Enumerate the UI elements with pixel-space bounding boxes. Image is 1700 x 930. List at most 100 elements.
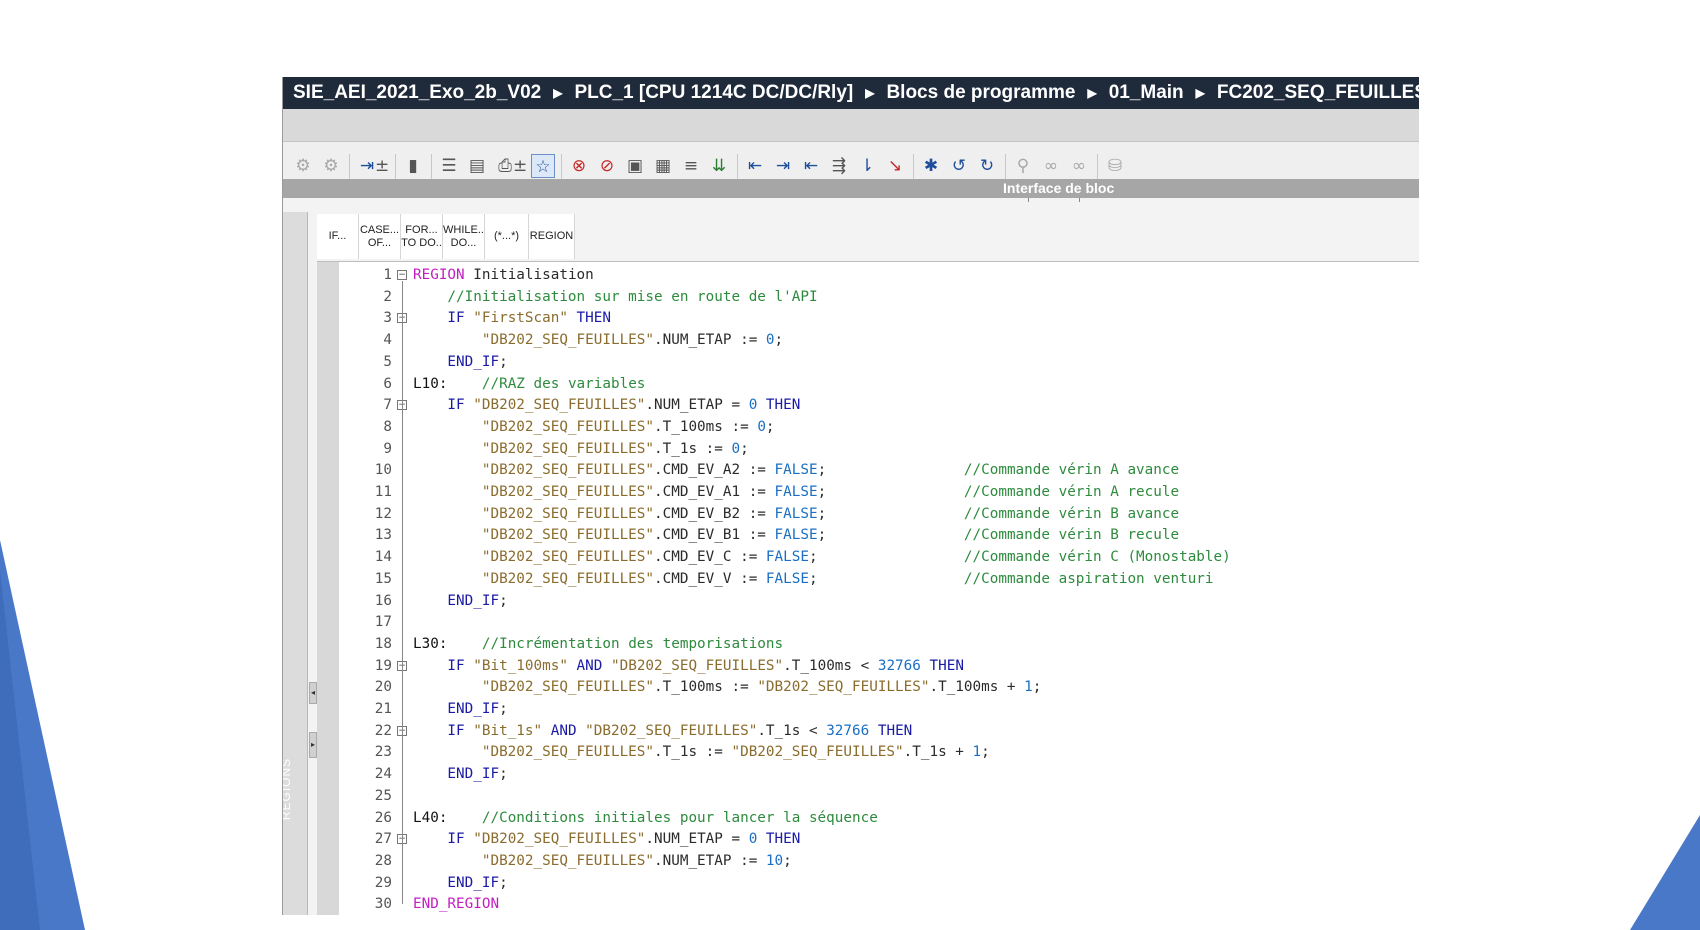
- code-token: //Commande vérin A recule: [963, 484, 1180, 500]
- library-icon[interactable]: ⛁: [1103, 154, 1127, 178]
- step-icon[interactable]: ⇊: [707, 154, 731, 178]
- code-token: IF: [413, 657, 465, 674]
- code-line[interactable]: 2 //Initialisation sur mise en route de …: [317, 287, 1419, 308]
- code-line[interactable]: 17: [317, 612, 1419, 633]
- code-line[interactable]: 1− REGION Initialisation: [317, 265, 1419, 286]
- code-token: END_REGION: [413, 896, 500, 913]
- line-number: 11: [374, 484, 392, 500]
- code-token: //Commande aspiration venturi: [963, 570, 1214, 587]
- regions-tab-label[interactable]: REGIONS: [283, 758, 293, 820]
- interface-splitter-handle[interactable]: [1028, 198, 1080, 202]
- code-line[interactable]: 14 "DB202_SEQ_FEUILLES".CMD_EV_C := FALS…: [317, 547, 1419, 568]
- code-line[interactable]: 7− IF "DB202_SEQ_FEUILLES".NUM_ETAP = 0 …: [317, 395, 1419, 416]
- snippet-comment-button[interactable]: (*...*): [485, 214, 529, 259]
- code-token: REGION: [413, 267, 465, 283]
- breadcrumb: SIE_AEI_2021_Exo_2b_V02 ▶ PLC_1 [CPU 121…: [283, 77, 1419, 109]
- code-line[interactable]: 22− IF "Bit_1s" AND "DB202_SEQ_FEUILLES"…: [317, 721, 1419, 742]
- snippet-if-button[interactable]: IF...: [317, 214, 359, 259]
- breakpoint-set-icon[interactable]: ⊗: [567, 154, 591, 178]
- code-line[interactable]: 10 "DB202_SEQ_FEUILLES".CMD_EV_A2 := FAL…: [317, 460, 1419, 481]
- code-line[interactable]: 12 "DB202_SEQ_FEUILLES".CMD_EV_B2 := FAL…: [317, 504, 1419, 525]
- expand-right-icon[interactable]: ▸: [309, 732, 317, 758]
- watch-icon[interactable]: ⚲: [1011, 154, 1035, 178]
- code-text: L10: //RAZ des variables: [413, 374, 645, 395]
- line-number: 21: [374, 701, 392, 717]
- code-line[interactable]: 19− IF "Bit_100ms" AND "DB202_SEQ_FEUILL…: [317, 656, 1419, 677]
- breakpoint-clear-icon[interactable]: ⊘: [595, 154, 619, 178]
- bookmark-icon[interactable]: ▣: [623, 154, 647, 178]
- code-line[interactable]: 15 "DB202_SEQ_FEUILLES".CMD_EV_V := FALS…: [317, 569, 1419, 590]
- delete-network-icon[interactable]: ⚙: [319, 154, 343, 178]
- tia-portal-window: SIE_AEI_2021_Exo_2b_V02 ▶ PLC_1 [CPU 121…: [282, 77, 1419, 915]
- back-icon[interactable]: ↺: [947, 154, 971, 178]
- block-interface-bar[interactable]: Interface de bloc: [283, 179, 1419, 198]
- split-icon[interactable]: ⇂: [855, 154, 879, 178]
- code-token: END_IF: [413, 701, 500, 717]
- code-line[interactable]: 20 "DB202_SEQ_FEUILLES".T_100ms := "DB20…: [317, 677, 1419, 698]
- code-token: .T_100ms <: [783, 657, 878, 674]
- toolbar-separator: [561, 154, 562, 180]
- block-status-icon[interactable]: ↻: [975, 154, 999, 178]
- bookmark-next-icon[interactable]: ▦: [651, 154, 675, 178]
- code-line[interactable]: 28 "DB202_SEQ_FEUILLES".NUM_ETAP := 10;: [317, 851, 1419, 872]
- breadcrumb-item-block[interactable]: FC202_SEQ_FEUILLES [FC202]: [1215, 82, 1419, 104]
- code-line[interactable]: 30 END_REGION: [317, 894, 1419, 915]
- regions-panel[interactable]: REGIONS: [283, 212, 308, 915]
- code-text: END_REGION: [413, 894, 499, 915]
- comment-icon[interactable]: ⇤: [799, 154, 823, 178]
- force-icon[interactable]: ∞: [1039, 154, 1063, 178]
- code-line[interactable]: 24 END_IF;: [317, 764, 1419, 785]
- scl-code-editor[interactable]: 1− REGION Initialisation 2 //Initialisatio…: [317, 261, 1419, 915]
- code-line[interactable]: 5 END_IF;: [317, 352, 1419, 373]
- breadcrumb-item-program-blocks[interactable]: Blocs de programme: [884, 82, 1077, 104]
- code-line[interactable]: 8 "DB202_SEQ_FEUILLES".T_100ms := 0;: [317, 417, 1419, 438]
- indent-icon[interactable]: ⇤: [743, 154, 767, 178]
- code-line[interactable]: 23 "DB202_SEQ_FEUILLES".T_1s := "DB202_S…: [317, 742, 1419, 763]
- code-line[interactable]: 29 END_IF;: [317, 873, 1419, 894]
- code-line[interactable]: 18 L30: //Incrémentation des temporisatio…: [317, 634, 1419, 655]
- insert-network-icon[interactable]: ⚙: [291, 154, 315, 178]
- collapse-left-icon[interactable]: ◂: [309, 682, 317, 704]
- code-line[interactable]: 11 "DB202_SEQ_FEUILLES".CMD_EV_A1 := FAL…: [317, 482, 1419, 503]
- breadcrumb-separator-icon: ▶: [1195, 86, 1205, 100]
- code-line[interactable]: 9 "DB202_SEQ_FEUILLES".T_1s := 0;: [317, 439, 1419, 460]
- snippet-region-button[interactable]: REGION: [529, 214, 575, 259]
- snippet-for-button[interactable]: FOR... TO DO..: [401, 214, 443, 259]
- snippet-while-button[interactable]: WHILE.. DO...: [443, 214, 485, 259]
- forward-icon[interactable]: ✱: [919, 154, 943, 178]
- code-line[interactable]: 6 L10: //RAZ des variables: [317, 374, 1419, 395]
- dropdown-arrow-icon[interactable]: ±: [513, 154, 527, 178]
- dropdown-arrow-icon[interactable]: ±: [375, 154, 389, 178]
- code-line[interactable]: 3− IF "FirstScan" THEN: [317, 308, 1419, 329]
- snippet-case-button[interactable]: CASE... OF...: [359, 214, 401, 259]
- glasses-icon[interactable]: ∞: [1067, 154, 1091, 178]
- code-token: IF: [413, 831, 465, 848]
- unindent-icon[interactable]: ⇥: [771, 154, 795, 178]
- code-line[interactable]: 13 "DB202_SEQ_FEUILLES".CMD_EV_B1 := FAL…: [317, 525, 1419, 546]
- collapse-icon[interactable]: −: [397, 270, 407, 280]
- favorites-icon[interactable]: ☆: [531, 154, 555, 178]
- code-line[interactable]: 21 END_IF;: [317, 699, 1419, 720]
- uncomment-icon[interactable]: ⇶: [827, 154, 851, 178]
- code-token: 1: [1024, 679, 1033, 696]
- code-token: THEN: [567, 310, 611, 327]
- code-text: L30: //Incrémentation des temporisations: [413, 634, 783, 655]
- breadcrumb-separator-icon: ▶: [865, 86, 875, 100]
- go-to-icon[interactable]: ↘: [883, 154, 907, 178]
- code-line[interactable]: 4 "DB202_SEQ_FEUILLES".NUM_ETAP := 0;: [317, 330, 1419, 351]
- code-line[interactable]: 27− IF "DB202_SEQ_FEUILLES".NUM_ETAP = 0…: [317, 829, 1419, 850]
- code-line[interactable]: 26 L40: //Conditions initiales pour lance…: [317, 808, 1419, 829]
- code-token: 1: [972, 744, 982, 761]
- breadcrumb-item-folder[interactable]: 01_Main: [1107, 82, 1186, 104]
- breadcrumb-item-project[interactable]: SIE_AEI_2021_Exo_2b_V02: [291, 82, 543, 104]
- code-line[interactable]: 25: [317, 786, 1419, 807]
- code-token: "Bit_1s": [464, 722, 543, 739]
- monitor-icon[interactable]: ▮: [401, 154, 425, 178]
- bookmark-prev-icon[interactable]: ≡: [679, 154, 703, 178]
- breadcrumb-item-plc[interactable]: PLC_1 [CPU 1214C DC/DC/Rly]: [572, 82, 855, 104]
- list-icon[interactable]: ☰: [437, 154, 461, 178]
- code-line[interactable]: 16 END_IF;: [317, 591, 1419, 612]
- code-token: ;: [499, 874, 508, 891]
- code-token: //Commande vérin A avance: [963, 462, 1180, 479]
- compare-icon[interactable]: ▤: [465, 154, 489, 178]
